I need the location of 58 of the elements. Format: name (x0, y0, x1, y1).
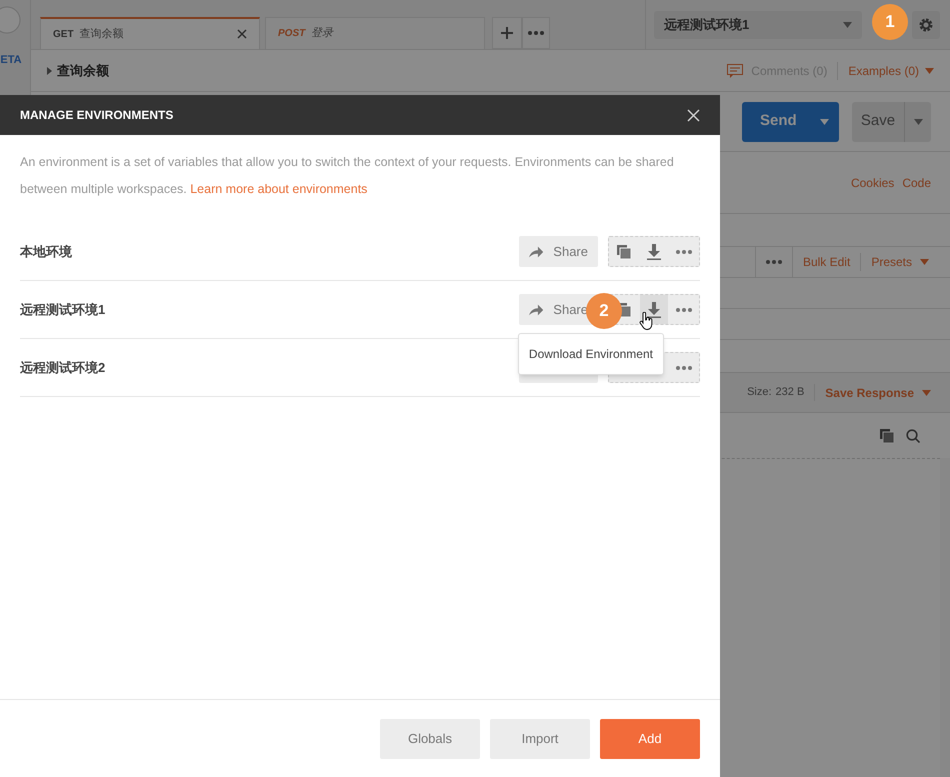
size-label: Size: (747, 385, 772, 400)
method-label: GET (53, 28, 74, 42)
plus-icon (501, 27, 513, 39)
save-button[interactable]: Save (852, 102, 931, 142)
tab-title: 查询余额 (80, 26, 125, 42)
modal-title: MANAGE ENVIRONMENTS (20, 107, 174, 124)
header-link[interactable]: Code (902, 174, 931, 192)
caret-icon (925, 68, 934, 74)
settings-icon (918, 16, 934, 32)
download-icon (646, 244, 661, 260)
more-tabs-button[interactable] (522, 17, 550, 49)
description-text: An environment is a set of variables that allow you to switch the context of your requests. Environments can be shared between multiple workspaces. Learn more about environments (20, 154, 675, 198)
environment-name[interactable]: 远程测试环境2 (20, 358, 519, 378)
environment-dropdown[interactable]: 远程测试环境1 (654, 10, 862, 38)
footer-button[interactable]: Globals (380, 718, 480, 758)
caret-icon (922, 390, 931, 396)
more-icon (528, 31, 544, 35)
footer-button[interactable]: Import (490, 718, 590, 758)
environment-name[interactable]: 远程测试环境1 (20, 300, 519, 320)
expand-icon (47, 66, 52, 74)
examples-dropdown[interactable]: Examples (0) (837, 62, 934, 80)
more-icon (676, 250, 692, 254)
size-value: 232 B (776, 384, 816, 401)
settings-button[interactable] (912, 10, 940, 38)
save-response-dropdown[interactable]: Save Response (825, 384, 931, 402)
more-icon (676, 308, 692, 312)
comment-icon (727, 64, 744, 78)
tab-title: 登录 (311, 26, 335, 42)
more-icon (766, 260, 782, 264)
search-icon[interactable] (906, 428, 920, 442)
close-icon[interactable] (237, 29, 247, 39)
request-tab[interactable]: GET 查询余额 (40, 17, 260, 49)
footer-button[interactable]: Add (600, 718, 700, 758)
more-button[interactable] (754, 247, 793, 277)
caret-icon (914, 118, 922, 124)
request-tab[interactable]: POST 登录 (265, 17, 485, 49)
caret-icon (820, 118, 829, 124)
header-link[interactable]: Cookies (850, 174, 894, 192)
share-button[interactable]: Share (519, 236, 598, 267)
bulk-edit-link[interactable]: Bulk Edit (792, 253, 862, 271)
new-tab-button[interactable] (492, 17, 522, 49)
sidebar-label[interactable]: ETA (0, 52, 22, 68)
share-arrow-icon (529, 246, 544, 258)
more-icon (676, 366, 692, 370)
learn-more-link[interactable]: Learn more about environments (190, 182, 368, 196)
method-label: POST (278, 27, 306, 41)
copy-icon[interactable] (880, 428, 894, 442)
send-button[interactable]: Send (742, 102, 839, 142)
caret-icon (843, 22, 852, 28)
presets-dropdown[interactable]: Presets (861, 253, 931, 271)
download-icon (646, 302, 661, 318)
caret-icon (920, 259, 929, 265)
environment-name[interactable]: 本地环境 (20, 242, 519, 262)
tooltip: Download Environment (518, 333, 664, 375)
copy-icon (616, 244, 631, 258)
hand-cursor-icon (639, 312, 653, 330)
request-title[interactable]: 查询余额 (47, 60, 109, 80)
share-arrow-icon (529, 304, 544, 316)
